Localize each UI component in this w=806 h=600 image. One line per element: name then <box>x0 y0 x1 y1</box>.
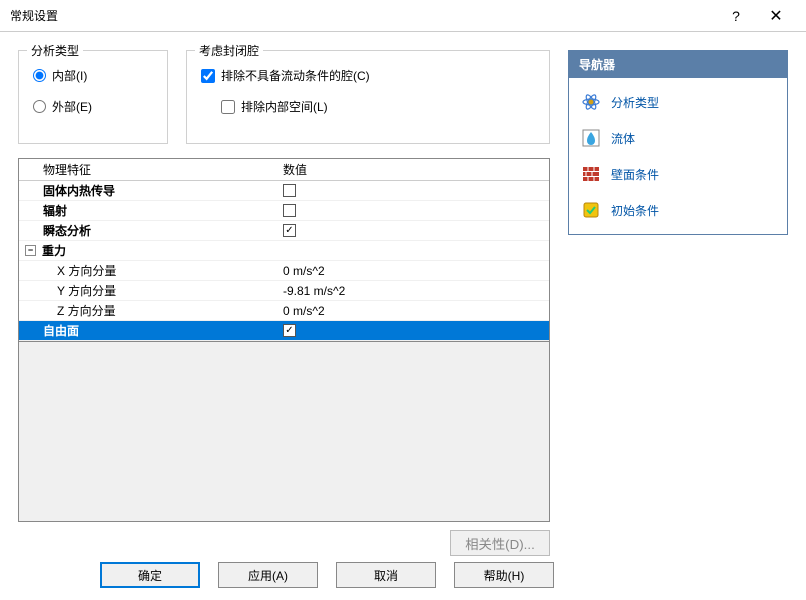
radio-external-label: 外部(E) <box>52 98 92 115</box>
cancel-button[interactable]: 取消 <box>336 562 436 588</box>
analysis-type-icon <box>581 92 601 112</box>
table-row[interactable]: X 方向分量 0 m/s^2 <box>19 261 549 281</box>
table-body: 固体内热传导辐射瞬态分析−重力X 方向分量0 m/s^2Y 方向分量-9.81 … <box>19 181 549 341</box>
table-row[interactable]: 自由面 <box>19 321 549 341</box>
row-label: 固体内热传导 <box>43 182 115 199</box>
radio-external-input[interactable] <box>33 100 46 113</box>
initial-condition-icon <box>581 200 601 220</box>
table-row[interactable]: −重力 <box>19 241 549 261</box>
check-exclude-no-flow-label: 排除不具备流动条件的腔(C) <box>221 67 370 84</box>
row-label: Y 方向分量 <box>57 282 116 299</box>
nav-item-label: 壁面条件 <box>611 166 659 183</box>
nav-item-label: 分析类型 <box>611 94 659 111</box>
nav-item-wall-condition[interactable]: 壁面条件 <box>571 156 785 192</box>
related-button: 相关性(D)... <box>450 530 550 556</box>
table-row[interactable]: 辐射 <box>19 201 549 221</box>
navigator-panel: 导航器 分析类型流体壁面条件初始条件 <box>568 50 788 235</box>
property-table: 物理特征 数值 固体内热传导辐射瞬态分析−重力X 方向分量0 m/s^2Y 方向… <box>18 158 550 342</box>
check-exclude-no-flow[interactable]: 排除不具备流动条件的腔(C) <box>201 67 535 84</box>
row-checkbox[interactable] <box>283 184 296 197</box>
close-button[interactable]: ✕ <box>756 6 796 26</box>
tree-toggle-icon[interactable]: − <box>25 245 36 256</box>
check-exclude-no-flow-input[interactable] <box>201 69 215 83</box>
row-label: 瞬态分析 <box>43 222 91 239</box>
apply-button[interactable]: 应用(A) <box>218 562 318 588</box>
cavity-legend: 考虑封闭腔 <box>195 42 263 59</box>
navigator-title: 导航器 <box>569 51 787 78</box>
navigator-body: 分析类型流体壁面条件初始条件 <box>569 78 787 234</box>
analysis-type-legend: 分析类型 <box>27 42 83 59</box>
row-label: 辐射 <box>43 202 67 219</box>
table-header: 物理特征 数值 <box>19 159 549 181</box>
radio-internal[interactable]: 内部(I) <box>33 67 153 84</box>
table-row[interactable]: 瞬态分析 <box>19 221 549 241</box>
radio-internal-input[interactable] <box>33 69 46 82</box>
wall-condition-icon <box>581 164 601 184</box>
header-col1: 物理特征 <box>19 161 279 178</box>
radio-external[interactable]: 外部(E) <box>33 98 153 115</box>
table-row[interactable]: 固体内热传导 <box>19 181 549 201</box>
row-checkbox[interactable] <box>283 324 296 337</box>
table-row[interactable]: Y 方向分量 -9.81 m/s^2 <box>19 281 549 301</box>
help-button[interactable]: 帮助(H) <box>454 562 554 588</box>
nav-item-initial-condition[interactable]: 初始条件 <box>571 192 785 228</box>
header-col2: 数值 <box>279 161 549 178</box>
row-value[interactable]: 0 m/s^2 <box>283 304 325 318</box>
check-exclude-internal[interactable]: 排除内部空间(L) <box>221 98 535 115</box>
row-checkbox[interactable] <box>283 204 296 217</box>
row-label: Z 方向分量 <box>57 302 116 319</box>
table-empty-area <box>18 342 550 522</box>
row-label: 自由面 <box>43 322 79 339</box>
table-row[interactable]: Z 方向分量 0 m/s^2 <box>19 301 549 321</box>
analysis-type-group: 分析类型 内部(I) 外部(E) <box>18 50 168 144</box>
ok-button[interactable]: 确定 <box>100 562 200 588</box>
row-checkbox[interactable] <box>283 224 296 237</box>
check-exclude-internal-input[interactable] <box>221 100 235 114</box>
titlebar-help-button[interactable]: ? <box>716 8 756 24</box>
nav-item-analysis-type[interactable]: 分析类型 <box>571 84 785 120</box>
row-label: X 方向分量 <box>57 262 116 279</box>
check-exclude-internal-label: 排除内部空间(L) <box>241 98 328 115</box>
nav-item-label: 流体 <box>611 130 635 147</box>
row-value[interactable]: -9.81 m/s^2 <box>283 284 345 298</box>
row-label: 重力 <box>42 242 66 259</box>
nav-item-fluid[interactable]: 流体 <box>571 120 785 156</box>
radio-internal-label: 内部(I) <box>52 67 87 84</box>
row-value[interactable]: 0 m/s^2 <box>283 264 325 278</box>
cavity-group: 考虑封闭腔 排除不具备流动条件的腔(C) 排除内部空间(L) <box>186 50 550 144</box>
fluid-icon <box>581 128 601 148</box>
nav-item-label: 初始条件 <box>611 202 659 219</box>
window-title: 常规设置 <box>10 7 716 24</box>
